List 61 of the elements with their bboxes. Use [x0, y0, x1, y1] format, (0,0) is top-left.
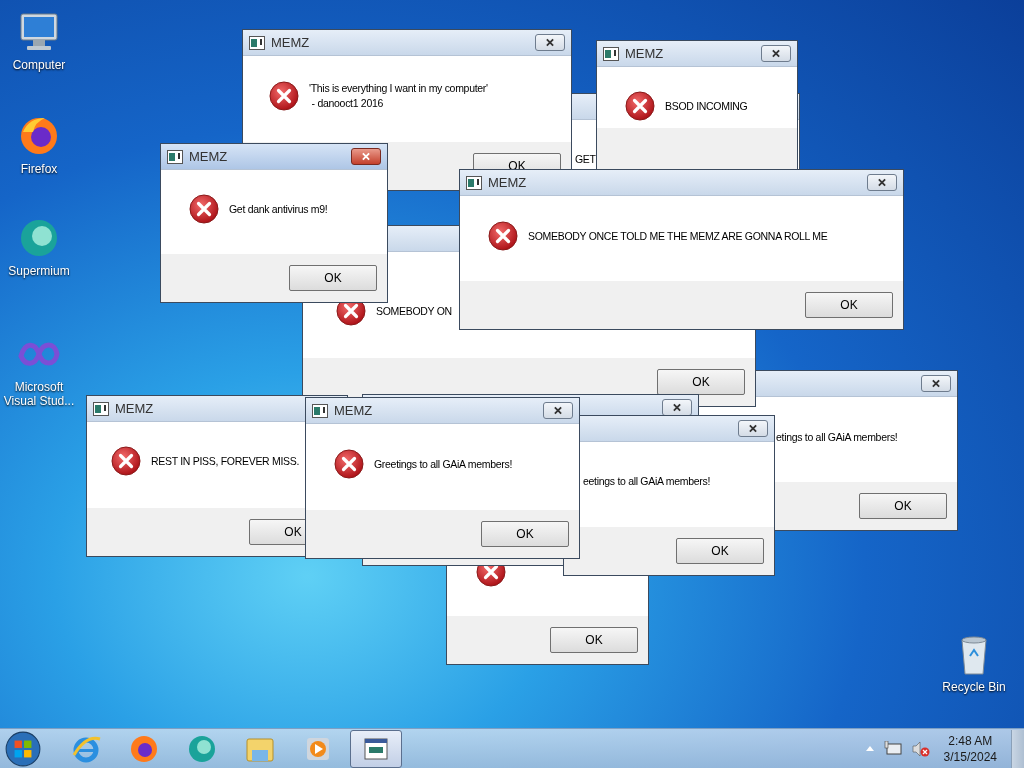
error-icon [111, 446, 141, 476]
network-icon[interactable] [883, 740, 902, 757]
close-button[interactable] [867, 174, 897, 191]
app-icon [167, 149, 183, 164]
error-message: etings to all GAiA members! [776, 429, 898, 445]
error-icon [189, 194, 219, 224]
error-message: BSOD INCOMING [665, 98, 748, 114]
app-icon [93, 401, 109, 416]
clock[interactable]: 2:48 AM 3/15/2024 [939, 732, 1001, 765]
error-icon [488, 221, 518, 251]
close-button[interactable] [921, 375, 951, 392]
window-title: MEMZ [271, 35, 310, 50]
speaker-muted-icon[interactable] [911, 740, 930, 757]
window-title: MEMZ [334, 403, 373, 418]
desktop-icon-label[interactable]: Firefox [20, 162, 58, 176]
error-icon [334, 449, 364, 479]
app-icon [466, 175, 482, 190]
error-icon [269, 81, 299, 111]
error-message: eetings to all GAiA members! [583, 473, 710, 489]
window-title: MEMZ [625, 46, 664, 61]
app-icon [312, 403, 328, 418]
close-button[interactable] [351, 148, 381, 165]
error-message: GET [575, 151, 596, 167]
clock-time: 2:48 AM [948, 732, 993, 749]
taskbar-button[interactable] [350, 729, 402, 768]
desktop-icon-label[interactable]: Recycle Bin [942, 680, 1006, 694]
close-button[interactable] [543, 402, 573, 419]
error-message: REST IN PISS, FOREVER MISS. [151, 453, 300, 469]
close-icon [545, 38, 555, 47]
desktop-icon-label[interactable]: Supermium [8, 264, 70, 278]
error-message: 'This is everything I want in my computer' - danooct1 2016 [309, 81, 488, 111]
error-message: Greetings to all GAiA members! [374, 456, 513, 472]
start-button[interactable] [4, 729, 42, 768]
window-title: MEMZ [115, 401, 154, 416]
app-icon [249, 35, 265, 50]
error-message: Get dank antivirus m9! [229, 201, 328, 217]
close-button[interactable] [535, 34, 565, 51]
ok-button[interactable]: OK [289, 265, 377, 291]
close-icon [361, 152, 371, 161]
close-icon [748, 424, 758, 433]
ok-button[interactable]: OK [676, 538, 764, 564]
ok-button[interactable]: OK [859, 493, 947, 519]
window-title: MEMZ [189, 149, 228, 164]
close-icon [931, 379, 941, 388]
error-icon [625, 91, 655, 121]
close-button[interactable] [738, 420, 768, 437]
error-message: SOMEBODY ONCE TOLD ME THE MEMZ ARE GONNA ROLL ME [528, 228, 828, 244]
ok-button[interactable]: OK [657, 369, 745, 395]
close-icon [877, 178, 887, 187]
close-icon [672, 403, 682, 412]
desktop-icon-label[interactable]: Microsoft Visual Stud... [0, 380, 78, 408]
ok-button[interactable]: OK [481, 521, 569, 547]
close-icon [553, 406, 563, 415]
ok-button[interactable]: OK [550, 627, 638, 653]
close-button[interactable] [761, 45, 791, 62]
clock-date: 3/15/2024 [943, 748, 997, 765]
error-message: SOMEBODY ON [376, 303, 452, 319]
ok-button[interactable]: OK [805, 292, 893, 318]
close-icon [771, 49, 781, 58]
app-icon [603, 46, 619, 61]
desktop-icon-label[interactable]: Computer [12, 58, 66, 72]
